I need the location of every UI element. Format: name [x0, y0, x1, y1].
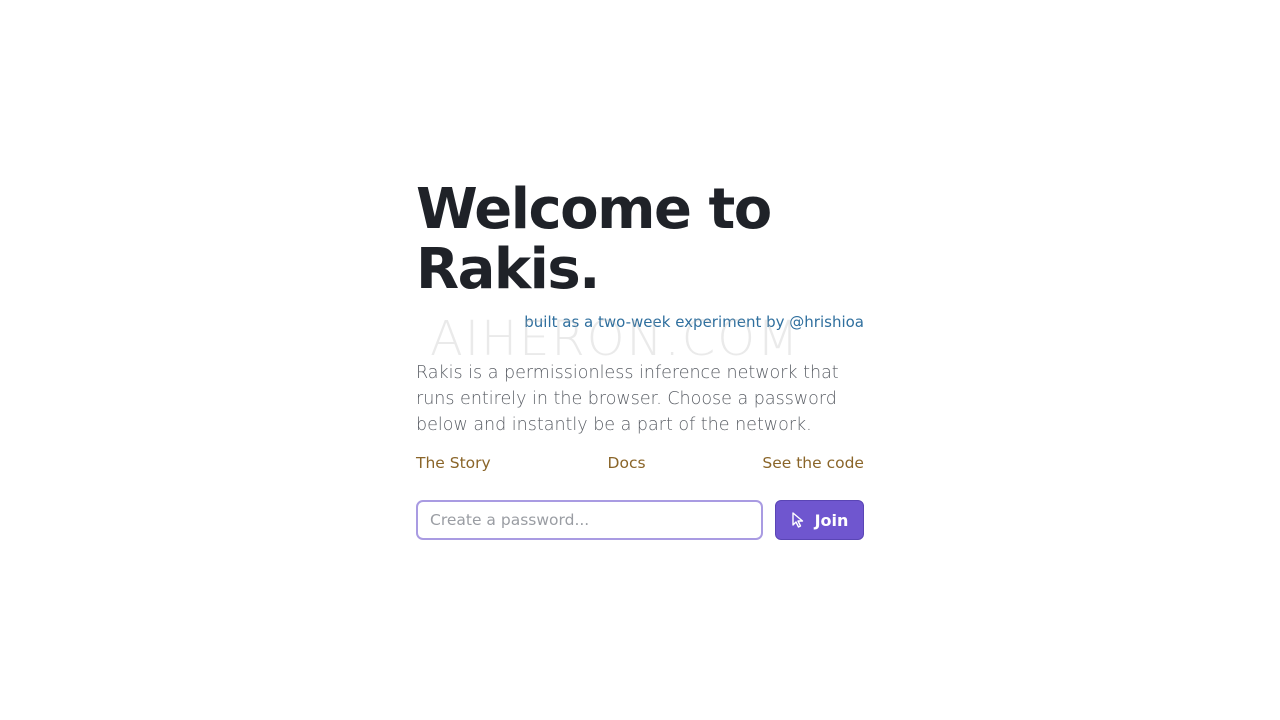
description: AIHERON.COM Rakis is a permissionless in…	[416, 315, 864, 438]
page: Welcome to Rakis. built as a two-week ex…	[0, 0, 1280, 720]
nav-links: The Story Docs See the code	[416, 452, 864, 474]
join-form: Join	[416, 500, 864, 540]
join-button[interactable]: Join	[775, 500, 864, 540]
title-line-1: Welcome to	[416, 177, 772, 242]
password-input[interactable]	[416, 500, 763, 540]
link-the-story[interactable]: The Story	[416, 452, 491, 474]
description-text: Rakis is a permissionless inference netw…	[416, 363, 839, 435]
link-see-the-code[interactable]: See the code	[762, 452, 864, 474]
join-button-label: Join	[814, 510, 849, 530]
title-line-2: Rakis.	[416, 237, 600, 302]
page-title: Welcome to Rakis.	[416, 180, 864, 300]
byline: built as a two-week experiment by @hrish…	[524, 313, 864, 331]
cursor-pointer-icon	[791, 512, 805, 528]
welcome-card: Welcome to Rakis. built as a two-week ex…	[416, 180, 864, 540]
link-docs[interactable]: Docs	[608, 452, 646, 474]
